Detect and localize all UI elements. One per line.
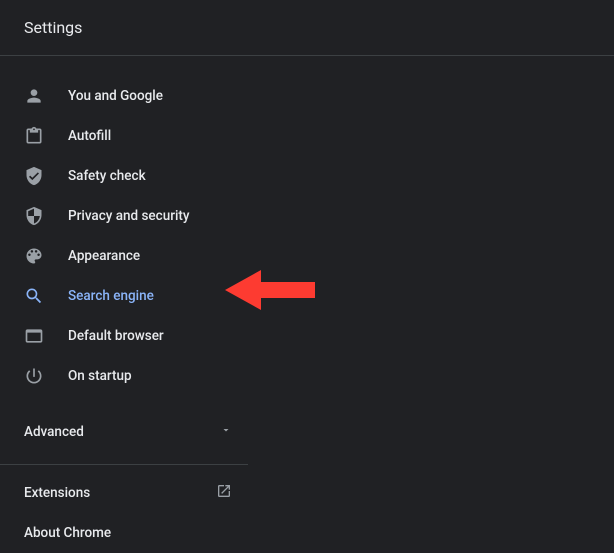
sidebar-item-label: Default browser bbox=[68, 328, 164, 344]
shield-check-icon bbox=[24, 166, 44, 186]
sidebar-item-label: Privacy and security bbox=[68, 208, 190, 224]
chevron-down-icon bbox=[220, 424, 232, 440]
sidebar-item-autofill[interactable]: Autofill bbox=[0, 116, 256, 156]
sidebar-item-about-chrome[interactable]: About Chrome bbox=[0, 513, 256, 553]
sidebar-item-you-and-google[interactable]: You and Google bbox=[0, 76, 256, 116]
advanced-label: Advanced bbox=[24, 424, 84, 440]
shield-icon bbox=[24, 206, 44, 226]
sidebar-item-label: Appearance bbox=[68, 248, 140, 264]
sidebar-item-extensions[interactable]: Extensions bbox=[0, 473, 256, 513]
palette-icon bbox=[24, 246, 44, 266]
page-title: Settings bbox=[24, 18, 82, 37]
clipboard-icon bbox=[24, 126, 44, 146]
sidebar-item-label: Autofill bbox=[68, 128, 111, 144]
external-link-icon bbox=[216, 483, 232, 503]
sidebar-item-default-browser[interactable]: Default browser bbox=[0, 316, 256, 356]
settings-sidebar: You and Google Autofill Safety check Pri… bbox=[0, 56, 256, 553]
sidebar-item-appearance[interactable]: Appearance bbox=[0, 236, 256, 276]
sidebar-item-label: Search engine bbox=[68, 288, 154, 304]
sidebar-item-safety-check[interactable]: Safety check bbox=[0, 156, 256, 196]
sidebar-item-label: You and Google bbox=[68, 88, 163, 104]
sidebar-item-search-engine[interactable]: Search engine bbox=[0, 276, 256, 316]
browser-icon bbox=[24, 326, 44, 346]
sidebar-divider bbox=[0, 464, 248, 465]
sidebar-item-label: Safety check bbox=[68, 168, 146, 184]
power-icon bbox=[24, 366, 44, 386]
search-icon bbox=[24, 286, 44, 306]
sidebar-item-privacy-security[interactable]: Privacy and security bbox=[0, 196, 256, 236]
person-icon bbox=[24, 86, 44, 106]
extensions-label: Extensions bbox=[24, 485, 90, 501]
sidebar-item-on-startup[interactable]: On startup bbox=[0, 356, 256, 396]
about-label: About Chrome bbox=[24, 525, 111, 541]
sidebar-item-label: On startup bbox=[68, 368, 132, 384]
sidebar-advanced-toggle[interactable]: Advanced bbox=[0, 408, 256, 456]
settings-header: Settings bbox=[0, 0, 614, 56]
